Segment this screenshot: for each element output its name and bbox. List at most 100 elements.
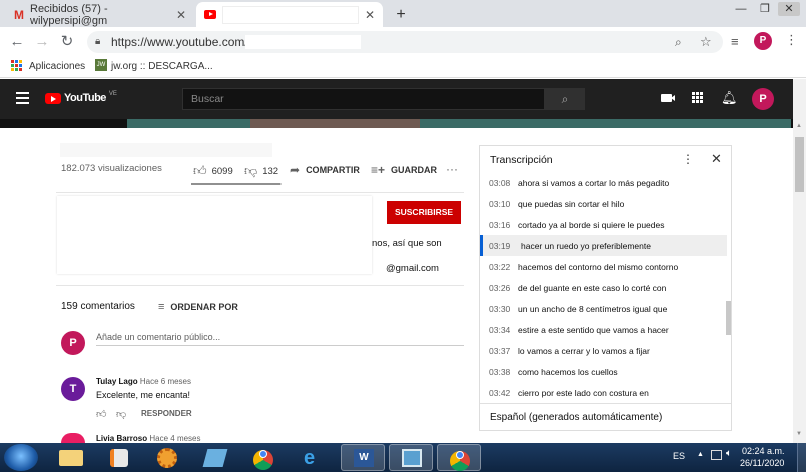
dislike-count: 132 — [262, 165, 279, 177]
transcript-row[interactable]: 03:16 cortado ya al borde si quiere le pu… — [480, 214, 727, 235]
close-tab-icon[interactable]: ✕ — [176, 8, 186, 22]
like-button[interactable]: 👍︎ 6099 — [193, 163, 233, 179]
transcript-text: de del guante en este caso lo corté con — [518, 282, 667, 293]
youtube-header: YouTube VE Buscar ⌕ 🔔︎ P — [0, 79, 793, 119]
transcript-timestamp: 03:26 — [489, 282, 511, 293]
transcript-row[interactable]: 03:37 lo vamos a cerrar y lo vamos a fija… — [480, 340, 727, 361]
menu-kebab-icon[interactable]: ⋮ — [785, 32, 798, 48]
transcript-row[interactable]: 03:22 hacemos del contorno del mismo cont… — [480, 256, 727, 277]
comment-time[interactable]: Hace 4 meses — [149, 434, 200, 443]
more-options-icon[interactable]: ⋮ — [682, 152, 694, 166]
transcript-row[interactable]: 03:30 un un ancho de 8 centímetros igual … — [480, 298, 727, 319]
address-bar[interactable]: 🔒︎ https://www.youtube.com/ ⌕ ☆ — [87, 31, 723, 53]
transcript-row[interactable]: 03:19 hacer un ruedo yo preferiblemente — [480, 235, 727, 256]
maximize-button[interactable]: ❐ — [754, 2, 776, 16]
input-language[interactable]: ES — [673, 451, 685, 461]
comment-time[interactable]: Hace 6 meses — [140, 377, 191, 386]
comment-dislike-icon[interactable]: 👎︎ — [116, 408, 126, 420]
sort-icon: ≡ — [158, 301, 165, 313]
transcript-row[interactable]: 03:42 cierro por este lado con costura en — [480, 382, 727, 402]
profile-avatar[interactable]: P — [754, 32, 772, 50]
tab-label: Recibidos (57) - wilypersipi@gm — [30, 2, 108, 27]
clock-time[interactable]: 02:24 a.m. — [742, 446, 785, 456]
video-player-bottom[interactable] — [0, 119, 793, 128]
transcript-row[interactable]: 03:38 como hacemos los cuellos — [480, 361, 727, 382]
new-tab-button[interactable]: + — [391, 5, 411, 25]
zoom-icon[interactable]: ⌕ — [675, 31, 682, 53]
description-line: @gmail.com — [386, 263, 439, 274]
like-count: 6099 — [211, 165, 233, 177]
transcript-row[interactable]: 03:26 de del guante en este caso lo corté… — [480, 277, 727, 298]
reload-icon[interactable]: ↻ — [57, 32, 77, 52]
search-input[interactable]: Buscar — [182, 88, 545, 110]
account-avatar[interactable]: P — [752, 88, 774, 110]
sort-button[interactable]: ≡ ORDENAR POR — [158, 301, 238, 313]
transcript-row[interactable]: 03:10 que puedas sin cortar el hilo — [480, 193, 727, 214]
apps-grid-icon[interactable] — [11, 60, 22, 71]
comment-input-underline — [96, 345, 464, 346]
comment-reply-button[interactable]: RESPONDER — [141, 409, 192, 418]
taskbar-paint-icon[interactable] — [193, 444, 237, 471]
close-tab-icon[interactable]: ✕ — [365, 8, 375, 22]
close-window-button[interactable]: ✕ — [778, 2, 800, 16]
minimize-button[interactable]: — — [730, 2, 752, 16]
tray-expand-icon[interactable]: ▲ — [697, 451, 704, 458]
transcript-title: Transcripción — [490, 154, 553, 166]
bookmark-jw[interactable]: jw.org :: DESCARGA... — [111, 61, 213, 72]
forward-arrow-icon[interactable]: → — [32, 32, 52, 52]
notifications-bell-icon[interactable]: 🔔︎ — [721, 90, 738, 106]
apps-grid-icon[interactable] — [692, 92, 703, 103]
share-button[interactable]: ➦ COMPARTIR — [290, 163, 360, 177]
network-icon[interactable] — [711, 450, 722, 460]
transcript-list: 03:08 ahora si vamos a cortar lo más pega… — [480, 172, 730, 402]
youtube-logo[interactable]: YouTube VE — [45, 91, 117, 104]
url-redacted — [245, 35, 361, 49]
taskbar-media-player-icon[interactable] — [97, 444, 141, 471]
show-desktop-button[interactable] — [797, 443, 806, 472]
tab-youtube[interactable]: ✕ — [196, 2, 383, 27]
tab-gmail[interactable]: M Recibidos (57) - wilypersipi@gm ✕ — [6, 2, 194, 27]
subscribe-button[interactable]: SUSCRIBIRSE — [387, 201, 461, 224]
search-button[interactable]: ⌕ — [545, 88, 585, 110]
transcript-panel: Transcripción ⋮ ✕ 03:08 ahora si vamos a … — [479, 145, 732, 431]
transcript-language-select[interactable]: Español (generados automáticamente) — [490, 412, 662, 423]
page-scrollbar[interactable]: ▲ ▼ — [793, 79, 806, 443]
star-icon[interactable]: ☆ — [700, 31, 712, 53]
create-video-icon[interactable] — [661, 94, 675, 102]
transcript-row[interactable]: 03:34 estire a este sentido que vamos a h… — [480, 319, 727, 340]
dislike-button[interactable]: 👎︎ 132 — [244, 163, 278, 179]
share-arrow-icon: ➦ — [290, 163, 301, 177]
transcript-timestamp: 03:08 — [489, 177, 511, 188]
search-icon: ⌕ — [561, 92, 569, 106]
description-line: nos, así que son — [372, 238, 442, 249]
taskbar-control-panel-icon[interactable] — [389, 444, 433, 471]
taskbar-chrome-icon[interactable] — [241, 444, 285, 471]
taskbar-ie-icon[interactable]: e — [292, 444, 336, 471]
more-actions-icon[interactable]: ··· — [446, 162, 458, 176]
bookmark-apps[interactable]: Aplicaciones — [29, 61, 85, 72]
add-comment-input[interactable]: Añade un comentario público... — [96, 332, 220, 342]
clock-date[interactable]: 26/11/2020 — [740, 458, 784, 468]
taskbar-explorer-icon[interactable] — [49, 444, 93, 471]
save-button[interactable]: ≡+ GUARDAR — [371, 163, 437, 177]
page-scrollbar-thumb[interactable] — [795, 137, 804, 192]
scroll-down-icon[interactable]: ▼ — [796, 431, 802, 437]
scroll-up-icon[interactable]: ▲ — [796, 123, 802, 129]
start-button[interactable] — [4, 444, 38, 471]
taskbar-word-icon[interactable]: W — [341, 444, 385, 471]
transcript-scrollbar-thumb[interactable] — [726, 301, 731, 335]
close-icon[interactable]: ✕ — [711, 151, 722, 167]
comment-author[interactable]: Livia Barroso — [96, 434, 147, 443]
transcript-text: cortado ya al borde si quiere le puedes — [518, 219, 665, 230]
media-queue-icon[interactable]: ≡ — [731, 34, 739, 49]
hamburger-menu-icon[interactable] — [16, 92, 29, 104]
comment-like-icon[interactable]: 👍︎ — [96, 408, 106, 420]
comment-author[interactable]: Tulay Lago — [96, 377, 138, 386]
volume-icon[interactable]: 🔈︎ — [726, 448, 732, 459]
back-arrow-icon[interactable]: ← — [7, 32, 27, 52]
transcript-row[interactable]: 03:08 ahora si vamos a cortar lo más pega… — [480, 172, 727, 193]
taskbar-chrome-active-icon[interactable] — [437, 444, 481, 471]
taskbar-settings-icon[interactable] — [145, 444, 189, 471]
transcript-text: como hacemos los cuellos — [518, 366, 618, 377]
transcript-text: hacer un ruedo yo preferiblemente — [521, 240, 651, 251]
